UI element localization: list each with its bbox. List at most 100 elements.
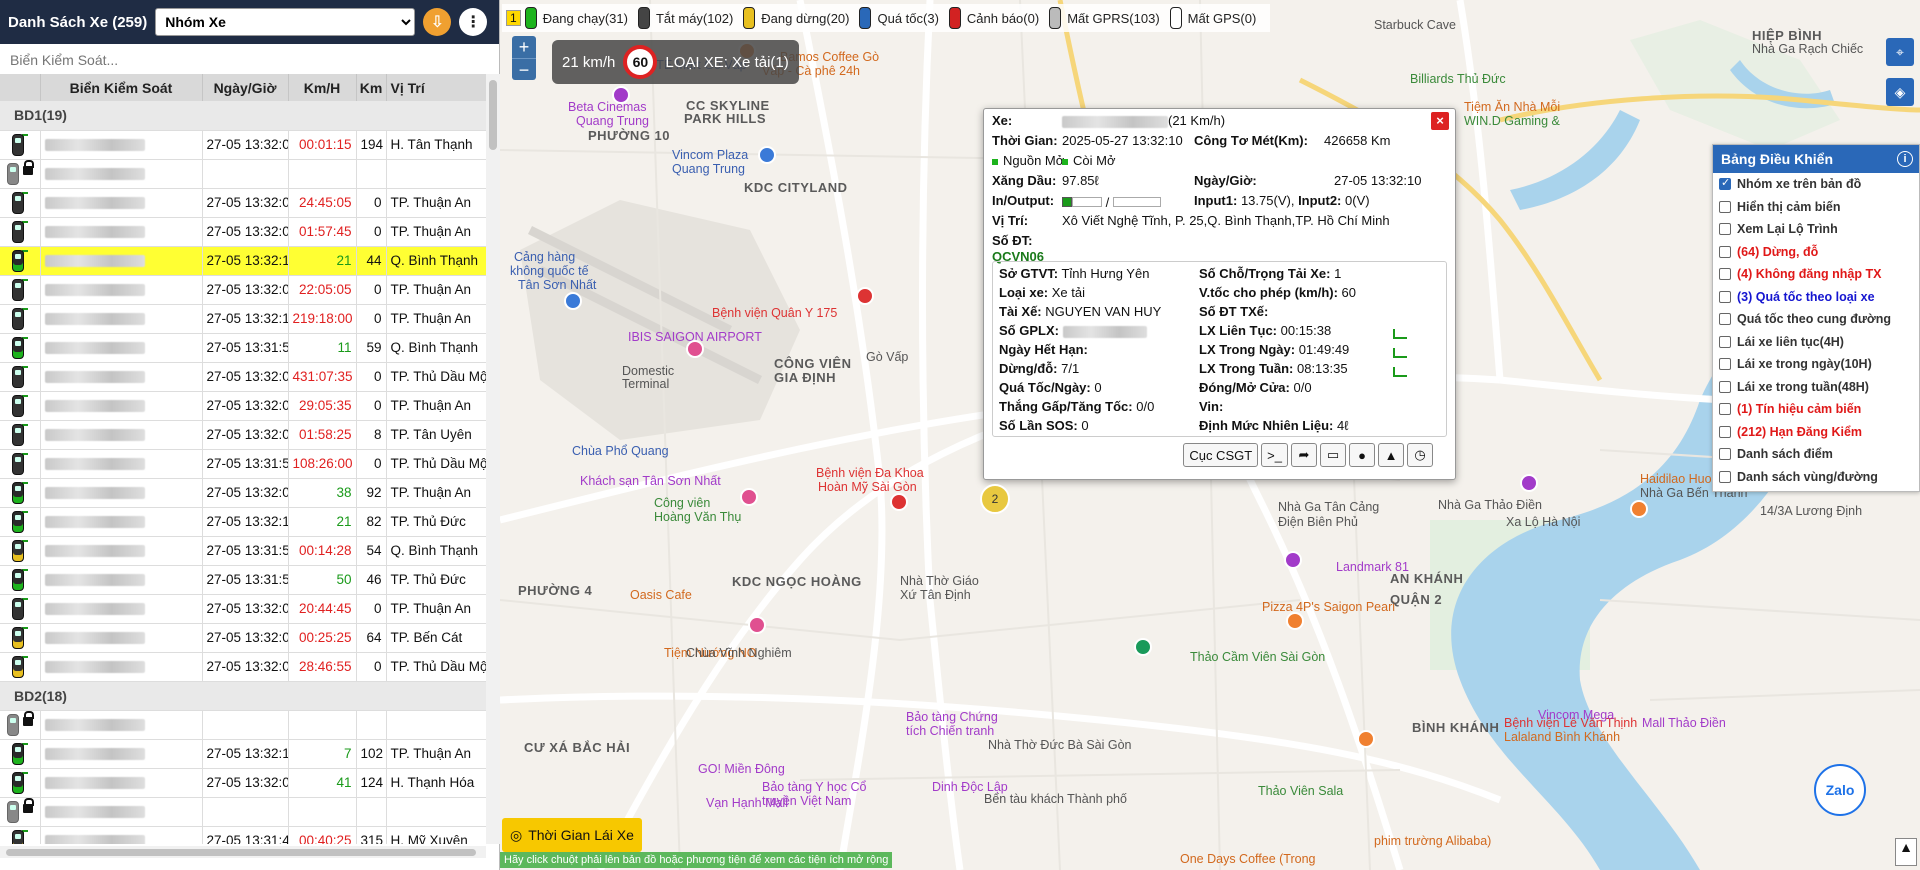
checkbox[interactable] [1719, 403, 1731, 416]
control-option[interactable]: Nhóm xe trên bản đồ [1713, 173, 1919, 196]
group-row[interactable]: BD1(19) [0, 101, 486, 131]
control-option[interactable]: Quá tốc theo cung đường [1713, 308, 1919, 331]
vertical-scrollbar[interactable] [486, 74, 500, 844]
zoom-out-button[interactable]: − [512, 58, 536, 80]
table-row[interactable]: 27-05 13:32:102144Q. Bình Thạnh [0, 246, 486, 276]
checkbox[interactable] [1719, 176, 1731, 191]
drive-time-button[interactable]: ◎ Thời Gian Lái Xe [502, 818, 642, 852]
checkbox[interactable] [1719, 380, 1731, 393]
mall-pin-icon[interactable] [1520, 474, 1538, 492]
col-speed[interactable]: Km/H [288, 74, 357, 101]
control-option[interactable]: (3) Quá tốc theo loại xe [1713, 286, 1919, 309]
control-option[interactable]: (1) Tín hiệu cảm biến [1713, 398, 1919, 421]
checkbox[interactable] [1719, 200, 1731, 213]
vehicle-cluster-marker[interactable]: 2 [980, 484, 1010, 514]
zalo-chat-button[interactable]: Zalo [1814, 764, 1866, 816]
table-row[interactable]: 27-05 13:32:0000:25:2564TP. Bến Cát [0, 623, 486, 653]
control-option[interactable]: Lái xe trong ngày(10H) [1713, 353, 1919, 376]
chart-icon[interactable] [1393, 366, 1407, 377]
control-option[interactable]: (4) Không đăng nhập TX [1713, 263, 1919, 286]
table-row[interactable]: 27-05 13:32:0001:57:450TP. Thuận An [0, 217, 486, 247]
zoom-in-button[interactable]: + [512, 36, 536, 58]
road-icon[interactable]: ▲ [1378, 443, 1404, 467]
airport-pin-icon[interactable] [564, 292, 582, 310]
table-row[interactable]: 27-05 13:32:0028:46:550TP. Thủ Dầu Một [0, 652, 486, 682]
table-row[interactable]: 27-05 13:32:00431:07:350TP. Thủ Dầu Một [0, 362, 486, 392]
checkbox[interactable] [1719, 245, 1731, 258]
zoo-pin-icon[interactable] [1134, 638, 1152, 656]
close-popup-icon[interactable]: × [1431, 112, 1449, 130]
table-row[interactable] [0, 159, 486, 189]
restaurant-pin-icon[interactable] [1630, 500, 1648, 518]
checkbox[interactable] [1719, 268, 1731, 281]
scroll-top-icon[interactable]: ▲ [1895, 838, 1917, 866]
table-row[interactable]: 27-05 13:32:043892TP. Thuận An [0, 478, 486, 508]
share-icon[interactable]: ➦ [1291, 443, 1317, 467]
info-icon[interactable]: i [1897, 151, 1913, 167]
location-pin-icon[interactable]: ● [1349, 443, 1375, 467]
table-row[interactable]: 27-05 13:31:4000:40:25315H. Mỹ Xuyên [0, 826, 486, 844]
checkbox[interactable] [1719, 470, 1731, 483]
group-row[interactable]: BD2(18) [0, 681, 486, 711]
checkbox[interactable] [1719, 448, 1731, 461]
table-row[interactable]: 27-05 13:32:0022:05:050TP. Thuận An [0, 275, 486, 305]
table-row[interactable] [0, 710, 486, 740]
col-km[interactable]: Km [356, 74, 387, 101]
mall-pin-icon[interactable] [758, 146, 776, 164]
table-row[interactable]: 27-05 13:32:0001:58:258TP. Tân Uyên [0, 420, 486, 450]
table-row[interactable]: 27-05 13:31:501159Q. Bình Thạnh [0, 333, 486, 363]
table-row[interactable]: 27-05 13:32:0029:05:350TP. Thuận An [0, 391, 486, 421]
table-row[interactable]: 27-05 13:31:5600:14:2854Q. Bình Thạnh [0, 536, 486, 566]
restaurant-pin-icon[interactable] [748, 616, 766, 634]
legend-item[interactable]: Đang chạy(31) [524, 7, 628, 29]
hospital-pin-icon[interactable] [856, 287, 874, 305]
hospital-pin-icon[interactable] [890, 493, 908, 511]
my-location-icon[interactable]: ⌖ [1886, 38, 1914, 66]
legend-item[interactable]: Tắt máy(102) [637, 7, 733, 29]
horizontal-scrollbar[interactable] [0, 846, 486, 858]
legend-item[interactable]: Đang dừng(20) [743, 7, 849, 29]
table-row[interactable]: 27-05 13:32:0041124H. Thạnh Hóa [0, 768, 486, 798]
chart-icon[interactable] [1393, 347, 1407, 358]
table-row[interactable]: 27-05 13:31:555046TP. Thủ Đức [0, 565, 486, 595]
control-option[interactable]: Lái xe liên tục(4H) [1713, 331, 1919, 354]
layers-icon[interactable]: ◈ [1886, 78, 1914, 106]
checkbox[interactable] [1719, 290, 1731, 303]
checkbox[interactable] [1719, 313, 1731, 326]
control-option[interactable]: Danh sách điểm [1713, 443, 1919, 466]
hotel-pin-icon[interactable] [686, 340, 704, 358]
terminal-icon[interactable]: >_ [1261, 443, 1288, 467]
hotel-pin-icon[interactable] [740, 488, 758, 506]
control-option[interactable]: Hiển thị cảm biến [1713, 196, 1919, 219]
table-row[interactable]: 27-05 13:32:102182TP. Thủ Đức [0, 507, 486, 537]
restaurant-pin-icon[interactable] [1286, 612, 1304, 630]
control-option[interactable]: (212) Hạn Đăng Kiểm [1713, 421, 1919, 444]
col-location[interactable]: Vị Trí [386, 74, 486, 101]
col-plate[interactable]: Biển Kiểm Soát [40, 74, 203, 101]
checkbox[interactable] [1719, 223, 1731, 236]
clock-icon[interactable]: ◷ [1407, 443, 1433, 467]
cinema-pin-icon[interactable] [612, 86, 630, 104]
table-row[interactable]: 27-05 13:32:0024:45:050TP. Thuận An [0, 188, 486, 218]
map-view[interactable]: Bamos Coffee GòVấp - Cà phê 24hLOTTE Mar… [500, 0, 1920, 870]
control-option[interactable]: Danh sách vùng/đường [1713, 466, 1919, 489]
col-datetime[interactable]: Ngày/Giờ [202, 74, 289, 101]
export-icon[interactable]: ⇩ [423, 8, 452, 36]
table-row[interactable]: 27-05 13:31:51108:26:000TP. Thủ Dầu Một [0, 449, 486, 479]
checkbox[interactable] [1719, 358, 1731, 371]
cuc-csgt-button[interactable]: Cục CSGT [1183, 443, 1259, 467]
table-row[interactable]: 27-05 13:32:107102TP. Thuận An [0, 739, 486, 769]
more-options-icon[interactable]: ⋮ [459, 8, 488, 36]
legend-item[interactable]: Cảnh báo(0) [948, 7, 1039, 29]
table-row[interactable]: 27-05 13:32:10219:18:000TP. Thuận An [0, 304, 486, 334]
chart-icon[interactable] [1393, 328, 1407, 339]
plate-search-input[interactable] [10, 51, 489, 68]
control-option[interactable]: (64) Dừng, đỗ [1713, 241, 1919, 264]
control-option[interactable]: Xem Lại Lộ Trình [1713, 218, 1919, 241]
monitor-icon[interactable]: ▭ [1320, 443, 1346, 467]
legend-item[interactable]: Mất GPRS(103) [1049, 7, 1160, 29]
vehicle-group-select[interactable]: Nhóm Xe [155, 8, 416, 36]
control-option[interactable]: Lái xe trong tuần(48H) [1713, 376, 1919, 399]
table-row[interactable]: 27-05 13:32:0000:01:15194H. Tân Thạnh [0, 130, 486, 160]
landmark-pin-icon[interactable] [1284, 551, 1302, 569]
